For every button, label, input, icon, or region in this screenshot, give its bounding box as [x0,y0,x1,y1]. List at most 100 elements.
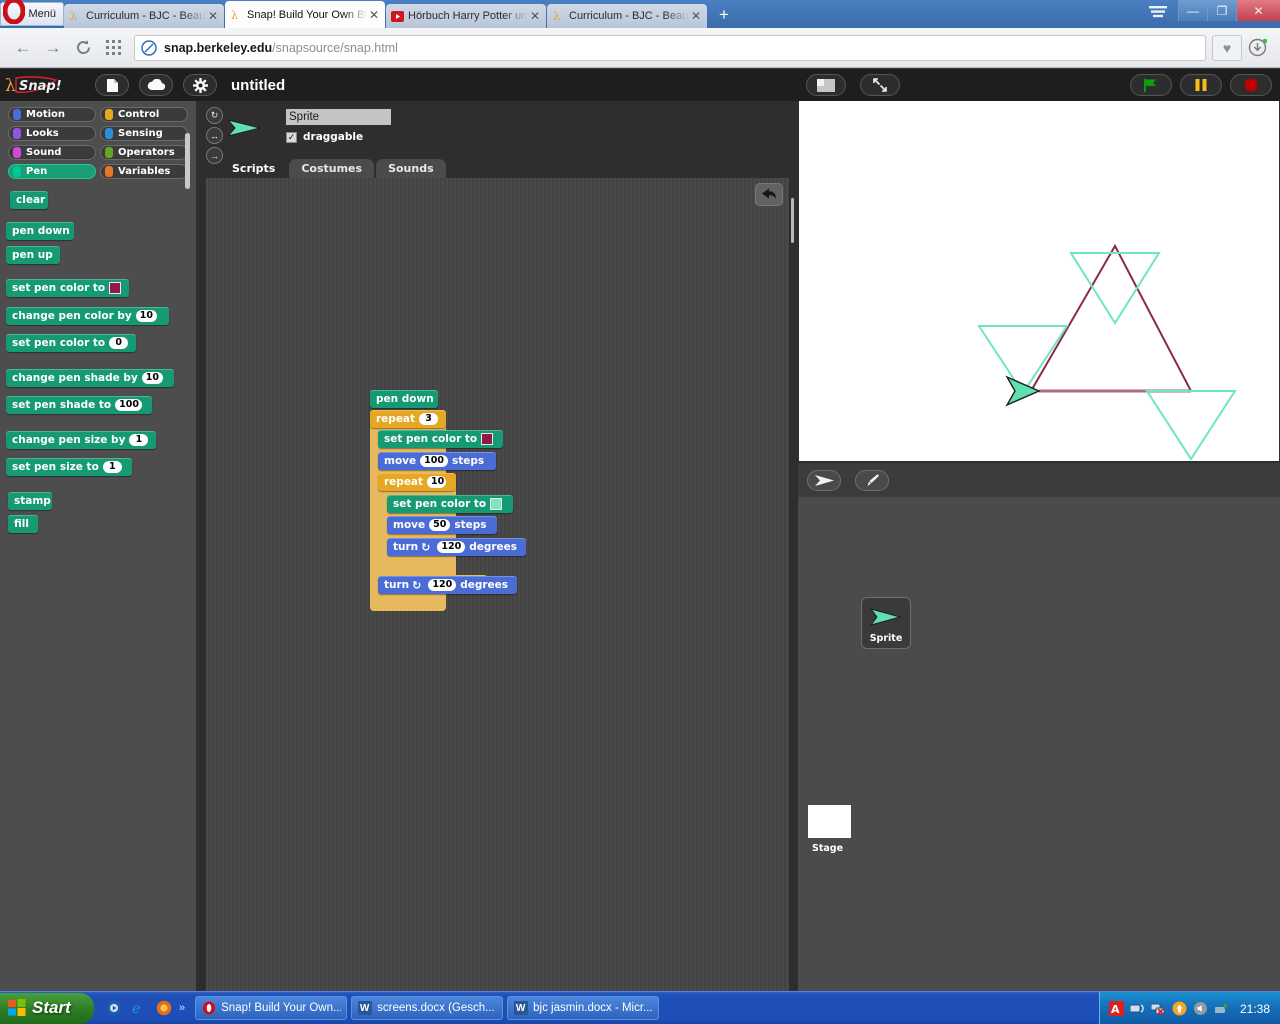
tab-close-button[interactable]: ✕ [367,8,381,22]
script-set-pen-color-inner-block[interactable]: set pen color to [387,495,513,513]
address-bar[interactable]: snap.berkeley.edu/snapsource/snap.html [134,34,1206,61]
rotate-leftright-button[interactable]: ↔ [206,127,223,144]
undo-button[interactable] [755,183,783,206]
change-pen-shade-by-block[interactable]: change pen shade by 10 [6,369,174,387]
clear-block[interactable]: clear [10,191,48,209]
network-disconnected-icon[interactable] [1150,1000,1167,1017]
color-swatch[interactable] [109,282,122,294]
script-turn-outer-block[interactable]: turn ↻ 120 degrees [378,576,517,594]
draggable-checkbox[interactable]: ✓ [286,131,297,143]
set-pen-color-to-num-block[interactable]: set pen color to 0 [6,334,136,352]
number-input[interactable]: 3 [419,413,439,425]
inner-repeat-block[interactable]: repeat 10 [378,473,456,491]
volume-icon[interactable] [1192,1000,1209,1017]
tab-close-button[interactable]: ✕ [206,9,220,23]
browser-tab-3[interactable]: Hörbuch Harry Potter und der ✕ [386,4,546,28]
quick-launch-overflow[interactable]: » [179,1002,185,1014]
script-move-inner-block[interactable]: move 50 steps [387,516,497,534]
stop-button[interactable] [1230,74,1272,96]
reload-button[interactable] [68,34,98,62]
back-button[interactable]: ← [8,34,38,62]
browser-tab-1[interactable]: λ Curriculum - BJC - Beauty and ✕ [64,4,224,28]
pen-down-block[interactable]: pen down [6,222,74,240]
category-motion[interactable]: Motion [8,107,96,122]
script-pen-down-block[interactable]: pen down [370,390,438,408]
page-info-icon[interactable] [141,39,157,56]
taskbar-item-bjc-jasmin-docx[interactable]: W bjc jasmin.docx - Micr... [507,996,660,1020]
scripting-area[interactable]: pen down repeat 3 set pen color to move … [206,178,796,991]
speed-dial-button[interactable] [98,34,128,62]
number-input[interactable]: 120 [428,579,457,591]
start-button[interactable]: Start [0,992,94,1024]
category-variables[interactable]: Variables [100,164,188,179]
set-pen-size-to-block[interactable]: set pen size to 1 [6,458,132,476]
network-icon[interactable] [1129,1000,1146,1017]
restore-button[interactable]: ❐ [1207,0,1236,21]
green-flag-button[interactable] [1130,74,1172,96]
color-swatch[interactable] [481,433,494,445]
tab-costumes[interactable]: Costumes [289,159,375,178]
set-pen-shade-to-block[interactable]: set pen shade to 100 [6,396,152,414]
tab-scripts[interactable]: Scripts [220,159,288,178]
number-input[interactable]: 1 [129,434,149,446]
downloads-button[interactable] [1242,35,1272,61]
update-icon[interactable] [1171,1000,1188,1017]
pen-up-block[interactable]: pen up [6,246,60,264]
cloud-button[interactable] [139,74,173,96]
fill-block[interactable]: fill [8,515,38,533]
tab-sounds[interactable]: Sounds [376,159,446,178]
tab-menu-icon[interactable] [1148,4,1168,20]
minimize-button[interactable]: — [1178,0,1207,21]
script-move-outer-block[interactable]: move 100 steps [378,452,496,470]
category-control[interactable]: Control [100,107,188,122]
number-input[interactable]: 50 [429,519,451,531]
opera-menu-button[interactable]: Menü [0,0,64,26]
antivirus-icon[interactable]: A [1108,1000,1125,1017]
script-turn-inner-block[interactable]: turn ↻ 120 degrees [387,538,526,556]
category-pen[interactable]: Pen [8,164,96,179]
number-input[interactable]: 120 [437,541,466,553]
change-pen-size-by-block[interactable]: change pen size by 1 [6,431,156,449]
script-stack[interactable]: pen down repeat 3 set pen color to move … [366,390,536,615]
category-sound[interactable]: Sound [8,145,96,160]
window-close-button[interactable]: ✕ [1236,0,1280,21]
number-input[interactable]: 10 [135,310,157,322]
number-input[interactable]: 10 [427,476,447,488]
number-input[interactable]: 0 [109,337,129,349]
taskbar-item-screens-docx[interactable]: W screens.docx (Gesch... [351,996,504,1020]
change-pen-color-by-block[interactable]: change pen color by 10 [6,307,169,325]
internet-explorer-icon[interactable]: e [129,998,149,1018]
media-player-icon[interactable] [104,998,124,1018]
stage-size-button[interactable] [806,74,846,96]
script-set-pen-color-outer-block[interactable]: set pen color to [378,430,503,448]
number-input[interactable]: 10 [141,372,164,384]
add-sprite-button[interactable] [807,469,841,491]
presentation-button[interactable] [860,74,900,96]
stage-turtle-sprite[interactable] [1005,375,1041,407]
rotate-free-button[interactable]: ↻ [206,107,223,124]
paint-sprite-button[interactable] [855,469,889,491]
stage-thumbnail[interactable] [808,805,851,838]
pane-divider[interactable] [789,178,796,991]
file-button[interactable] [95,74,129,96]
outer-repeat-block[interactable]: repeat 3 [370,410,446,428]
bookmark-heart-button[interactable]: ♥ [1212,34,1242,61]
taskbar-clock[interactable]: 21:38 [1240,1002,1270,1016]
sprite-name-input[interactable]: Sprite [286,109,391,125]
safely-remove-icon[interactable] [1213,1000,1230,1017]
category-operators[interactable]: Operators [100,145,188,160]
tab-close-button[interactable]: ✕ [528,9,542,23]
palette-scrollbar[interactable] [185,133,190,189]
stamp-block[interactable]: stamp [8,492,52,510]
category-sensing[interactable]: Sensing [100,126,188,141]
set-pen-color-to-block[interactable]: set pen color to [6,279,129,297]
taskbar-item-snap[interactable]: Snap! Build Your Own... [195,996,348,1020]
color-swatch[interactable] [490,498,503,510]
browser-tab-2[interactable]: λ Snap! Build Your Own Blocks ✕ [225,1,385,28]
stage[interactable] [799,101,1279,461]
number-input[interactable]: 100 [115,399,142,411]
number-input[interactable]: 100 [420,455,448,467]
settings-button[interactable] [183,74,217,96]
number-input[interactable]: 1 [102,461,122,473]
category-looks[interactable]: Looks [8,126,96,141]
